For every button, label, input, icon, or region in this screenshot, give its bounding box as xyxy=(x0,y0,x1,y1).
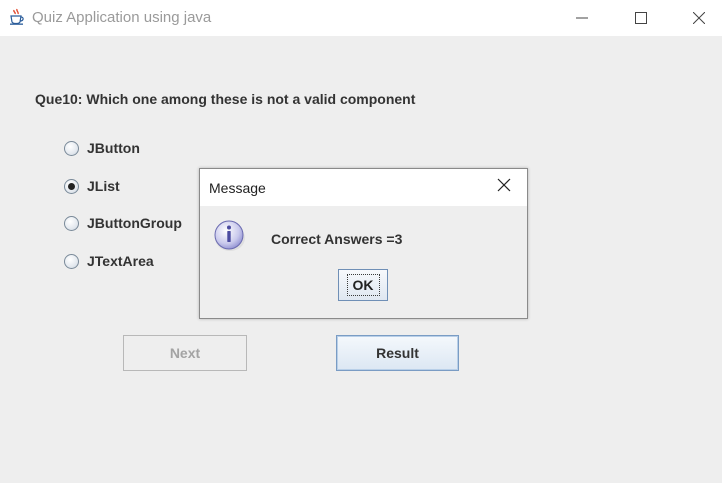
quiz-window: Quiz Application using java Que10: Which… xyxy=(0,0,722,483)
option-jlist[interactable]: JList xyxy=(64,176,120,196)
radio-button[interactable] xyxy=(64,215,79,231)
option-jbuttongroup[interactable]: JButtonGroup xyxy=(64,213,182,233)
option-label: JButton xyxy=(87,140,140,156)
window-close-button[interactable] xyxy=(670,0,722,36)
title-bar[interactable]: Quiz Application using java xyxy=(0,0,722,36)
ok-button-label: OK xyxy=(346,274,380,296)
question-text: Que10: Which one among these is not a va… xyxy=(35,91,416,107)
option-label: JButtonGroup xyxy=(87,215,182,231)
option-jtextarea[interactable]: JTextArea xyxy=(64,251,154,271)
dialog-title-bar[interactable]: Message xyxy=(200,169,527,206)
radio-button-selected[interactable] xyxy=(64,178,79,194)
message-dialog: Message Correct Answers =3 OK xyxy=(199,168,528,319)
next-button[interactable]: Next xyxy=(123,335,247,371)
java-coffee-cup-icon xyxy=(8,8,26,26)
result-button[interactable]: Result xyxy=(336,335,459,371)
option-jbutton[interactable]: JButton xyxy=(64,138,140,158)
maximize-icon xyxy=(635,12,647,24)
dialog-close-button[interactable] xyxy=(490,175,518,199)
information-icon xyxy=(213,219,247,253)
close-icon xyxy=(497,178,511,197)
minimize-button[interactable] xyxy=(553,0,611,36)
minimize-icon xyxy=(576,12,588,24)
close-icon xyxy=(693,12,705,24)
option-label: JList xyxy=(87,178,120,194)
option-label: JTextArea xyxy=(87,253,154,269)
dialog-title: Message xyxy=(209,180,266,196)
ok-button[interactable]: OK xyxy=(338,269,388,301)
window-title: Quiz Application using java xyxy=(32,9,212,26)
radio-button[interactable] xyxy=(64,140,79,156)
radio-button[interactable] xyxy=(64,253,79,269)
dialog-message: Correct Answers =3 xyxy=(271,231,403,247)
maximize-button[interactable] xyxy=(612,0,670,36)
